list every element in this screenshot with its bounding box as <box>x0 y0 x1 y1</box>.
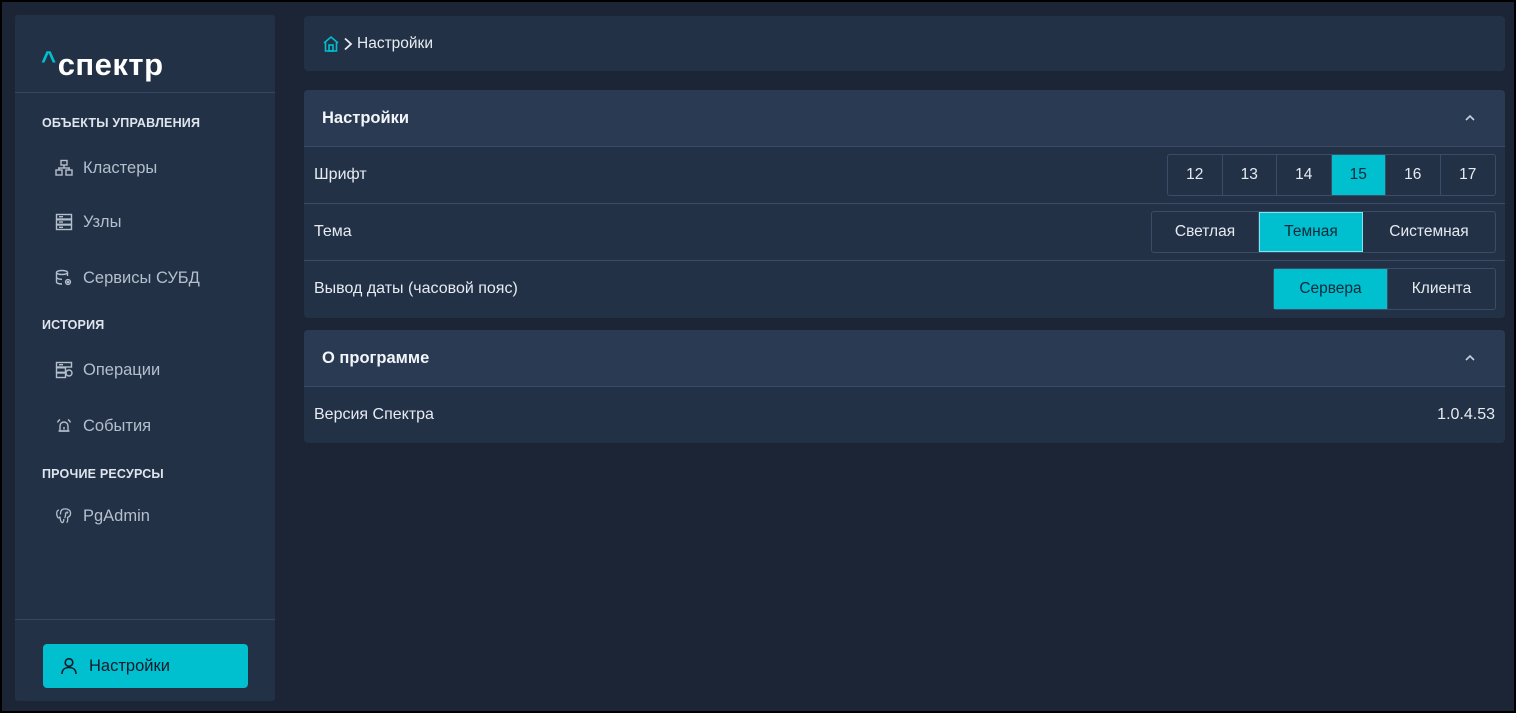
logo[interactable]: ^спектр <box>41 45 164 83</box>
sidebar-divider <box>15 92 275 93</box>
timezone-option-client[interactable]: Клиента <box>1388 269 1495 309</box>
font-option-15[interactable]: 15 <box>1331 155 1386 195</box>
version-row: Версия Спектра 1.0.4.53 <box>304 387 1505 443</box>
about-panel-header[interactable]: О программе <box>304 330 1505 387</box>
breadcrumb-current: Настройки <box>357 34 434 52</box>
postgres-elephant-icon <box>55 507 73 525</box>
server-icon <box>55 213 73 231</box>
font-label: Шрифт <box>314 166 367 183</box>
user-icon <box>60 657 78 675</box>
chevron-up-icon[interactable] <box>1463 111 1477 125</box>
logo-caret: ^ <box>41 45 57 75</box>
sidebar-item-events[interactable]: События <box>55 413 151 439</box>
chevron-up-icon[interactable] <box>1463 351 1477 365</box>
settings-panel: Настройки Шрифт 12 13 14 15 16 17 Тема С… <box>304 90 1505 318</box>
sidebar-section-history: ИСТОРИЯ <box>42 318 105 332</box>
theme-label: Тема <box>314 223 352 240</box>
sidebar-item-label: Операции <box>83 360 161 379</box>
sidebar-item-label: Кластеры <box>83 158 158 177</box>
sidebar-section-management: ОБЪЕКТЫ УПРАВЛЕНИЯ <box>42 116 201 130</box>
alarm-icon <box>55 417 73 435</box>
theme-selector: Светлая Темная Системная <box>1151 211 1496 253</box>
operations-icon <box>55 361 73 379</box>
settings-button[interactable]: Настройки <box>43 644 248 688</box>
breadcrumb: Настройки <box>304 16 1505 71</box>
timezone-option-server[interactable]: Сервера <box>1274 269 1388 309</box>
sidebar-item-nodes[interactable]: Узлы <box>55 209 121 235</box>
sidebar-item-label: Сервисы СУБД <box>83 268 200 287</box>
sidebar-item-label: События <box>83 416 152 435</box>
timezone-selector: Сервера Клиента <box>1273 268 1496 310</box>
settings-panel-header[interactable]: Настройки <box>304 90 1505 147</box>
theme-option-system[interactable]: Системная <box>1363 212 1495 252</box>
home-icon[interactable] <box>322 35 340 53</box>
sidebar-item-pgadmin[interactable]: PgAdmin <box>55 503 150 529</box>
sidebar-item-dbms-services[interactable]: Сервисы СУБД <box>55 265 200 291</box>
font-option-14[interactable]: 14 <box>1277 155 1332 195</box>
sidebar-item-clusters[interactable]: Кластеры <box>55 155 157 181</box>
about-panel: О программе Версия Спектра 1.0.4.53 <box>304 330 1505 443</box>
version-label: Версия Спектра <box>314 406 434 423</box>
panel-title: Настройки <box>322 108 410 127</box>
date-label: Вывод даты (часовой пояс) <box>314 280 518 297</box>
sidebar: ^спектр ОБЪЕКТЫ УПРАВЛЕНИЯ Кластеры Узлы… <box>15 15 275 701</box>
panel-title: О программе <box>322 348 430 367</box>
version-value: 1.0.4.53 <box>1437 406 1495 423</box>
theme-option-dark[interactable]: Темная <box>1259 212 1363 252</box>
settings-button-label: Настройки <box>89 656 170 675</box>
font-option-17[interactable]: 17 <box>1441 155 1496 195</box>
sidebar-section-other-resources: ПРОЧИЕ РЕСУРСЫ <box>42 467 164 481</box>
theme-row: Тема Светлая Темная Системная <box>304 204 1505 261</box>
cluster-icon <box>55 159 73 177</box>
chevron-right-icon <box>343 37 353 51</box>
logo-text: спектр <box>57 47 164 82</box>
font-size-selector: 12 13 14 15 16 17 <box>1167 154 1496 196</box>
sidebar-item-operations[interactable]: Операции <box>55 357 160 383</box>
font-option-12[interactable]: 12 <box>1168 155 1223 195</box>
theme-option-light[interactable]: Светлая <box>1152 212 1259 252</box>
sidebar-divider <box>15 619 275 620</box>
sidebar-item-label: PgAdmin <box>83 506 150 525</box>
date-row: Вывод даты (часовой пояс) Сервера Клиент… <box>304 261 1505 317</box>
database-gear-icon <box>55 269 73 287</box>
sidebar-item-label: Узлы <box>83 212 122 231</box>
font-row: Шрифт 12 13 14 15 16 17 <box>304 147 1505 204</box>
app-window: ^спектр ОБЪЕКТЫ УПРАВЛЕНИЯ Кластеры Узлы… <box>0 0 1516 713</box>
font-option-13[interactable]: 13 <box>1223 155 1277 195</box>
font-option-16[interactable]: 16 <box>1386 155 1441 195</box>
